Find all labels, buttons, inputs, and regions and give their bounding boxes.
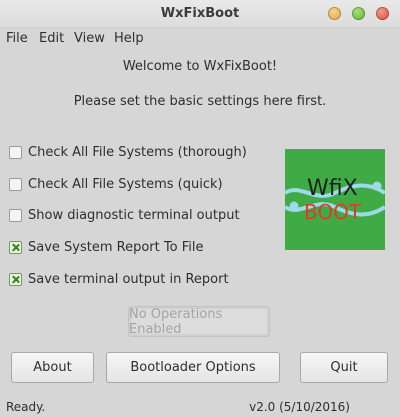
logo-line2: BOOT (304, 200, 362, 224)
instructions-text: Please set the basic settings here first… (73, 94, 327, 109)
logo-icon: WfiX BOOT (283, 176, 387, 224)
checkbox[interactable] (9, 240, 22, 254)
app-logo: WfiX BOOT (283, 149, 387, 250)
option-check-thorough[interactable]: Check All File Systems (thorough) (9, 143, 247, 161)
minimize-button[interactable] (328, 7, 341, 20)
menu-file[interactable]: File (6, 31, 28, 46)
operations-button[interactable]: No Operations Enabled (128, 306, 270, 337)
maximize-button[interactable] (352, 7, 365, 20)
option-label: Check All File Systems (quick) (28, 176, 223, 192)
welcome-text: Welcome to WxFixBoot! (122, 59, 278, 74)
status-text: Ready. (6, 400, 46, 414)
option-label: Check All File Systems (thorough) (28, 144, 247, 160)
menu-edit[interactable]: Edit (39, 31, 64, 46)
title-bar[interactable]: WxFixBoot (0, 0, 400, 28)
bootloader-options-button[interactable]: Bootloader Options (106, 352, 280, 383)
option-check-quick[interactable]: Check All File Systems (quick) (9, 175, 223, 193)
logo-line1: WfiX (307, 176, 358, 201)
option-label: Save terminal output in Report (28, 271, 229, 287)
checkbox[interactable] (9, 272, 22, 286)
option-label: Save System Report To File (28, 239, 204, 255)
menu-bar: File Edit View Help (0, 28, 400, 50)
option-label: Show diagnostic terminal output (28, 207, 240, 223)
version-text: v2.0 (5/10/2016) (249, 400, 350, 414)
checkbox[interactable] (9, 208, 22, 222)
menu-view[interactable]: View (74, 31, 105, 46)
option-save-terminal-output[interactable]: Save terminal output in Report (9, 270, 229, 288)
checkbox[interactable] (9, 145, 22, 159)
option-save-report[interactable]: Save System Report To File (9, 238, 203, 256)
status-bar: Ready. v2.0 (5/10/2016) (0, 396, 400, 417)
option-show-terminal[interactable]: Show diagnostic terminal output (9, 206, 240, 224)
menu-help[interactable]: Help (114, 31, 144, 46)
close-button[interactable] (376, 7, 389, 20)
checkbox[interactable] (9, 177, 22, 191)
about-button[interactable]: About (11, 352, 94, 383)
quit-button[interactable]: Quit (300, 352, 388, 383)
main-window: WxFixBoot File Edit View Help Welcome to… (0, 0, 400, 417)
